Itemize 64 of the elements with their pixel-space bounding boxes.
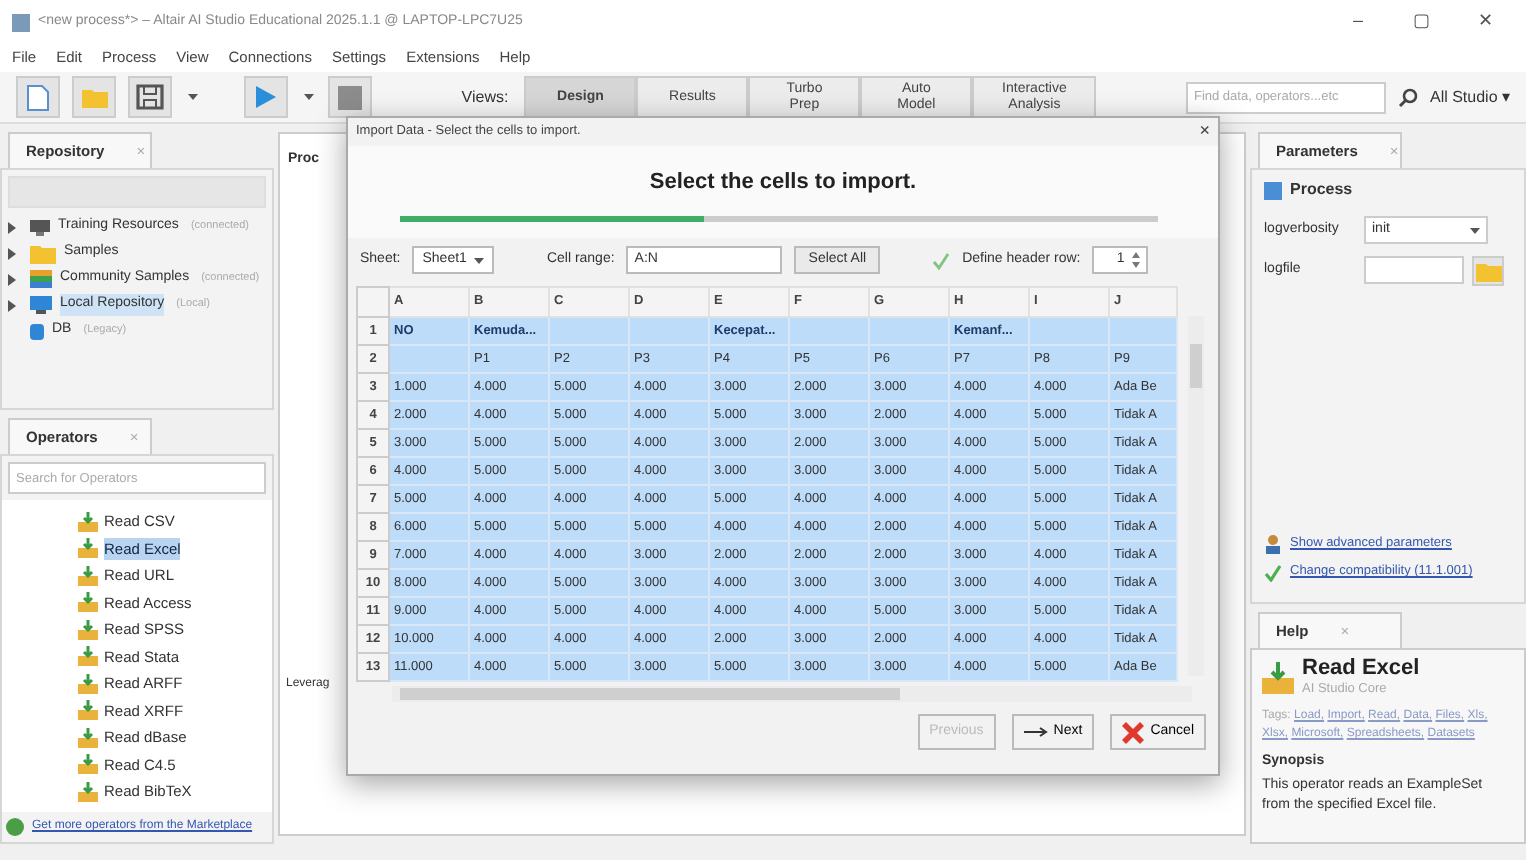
doc-button[interactable]: [16, 76, 60, 118]
dialog-heading: Select the cells to import.: [647, 168, 919, 198]
monitor-icon: [30, 296, 52, 314]
help-title: Read Excel: [1302, 658, 1420, 680]
save-icon: [136, 84, 164, 110]
spinner-arrows-icon: [1132, 252, 1141, 268]
read-icon: [78, 673, 98, 694]
cancel-icon: [1122, 721, 1145, 743]
operator-name: Process: [1290, 178, 1353, 202]
read-icon: [78, 727, 98, 748]
read-icon: [78, 592, 98, 613]
table-cell: [389, 345, 469, 373]
views-label: Views:: [461, 85, 509, 109]
table-cell: [629, 317, 709, 345]
table-cell: [789, 317, 869, 345]
stop-icon: [338, 85, 362, 109]
file-field[interactable]: [1364, 256, 1464, 284]
search-icon[interactable]: [1397, 87, 1418, 107]
folder-icon: [30, 242, 56, 264]
read-icon: [78, 700, 98, 721]
scope-dropdown[interactable]: All Studio ▾: [1429, 85, 1511, 109]
caret-icon: [303, 94, 313, 100]
read-icon: [78, 646, 98, 667]
database-icon: [30, 321, 44, 341]
check-icon: [1264, 563, 1282, 582]
expand-icon[interactable]: [8, 221, 16, 233]
table-cell: [869, 317, 949, 345]
read-icon: [78, 538, 98, 559]
read-icon: [78, 511, 98, 532]
read-icon: [78, 619, 98, 640]
checkbox[interactable]: [932, 251, 951, 269]
scrollbar[interactable]: [392, 686, 1192, 702]
person-icon: [1264, 534, 1282, 555]
stack-icon: [30, 270, 52, 288]
expand-icon[interactable]: [8, 299, 16, 311]
close-button[interactable]: ✕: [1458, 8, 1514, 36]
play-button[interactable]: [244, 76, 288, 118]
close-button[interactable]: ×: [1199, 118, 1210, 146]
globe-icon: [6, 818, 24, 836]
read-icon: [1262, 662, 1294, 695]
app-icon: [12, 13, 30, 31]
play-icon: [254, 84, 278, 110]
minimize-button[interactable]: –: [1330, 8, 1386, 36]
caret-icon: [1470, 227, 1480, 233]
read-icon: [78, 781, 98, 802]
table-cell: [1029, 317, 1109, 345]
folder-icon: [1475, 259, 1501, 281]
expand-icon[interactable]: [8, 247, 16, 259]
caret-icon: [187, 94, 197, 100]
folder-icon: [81, 86, 107, 108]
monitor-icon: [30, 219, 50, 235]
stop-button[interactable]: [328, 76, 372, 118]
read-icon: [78, 754, 98, 775]
read-icon: [78, 565, 98, 586]
process-icon: [1264, 181, 1282, 199]
maximize-button[interactable]: ▢: [1394, 8, 1450, 36]
new-document-icon: [26, 83, 50, 111]
expand-icon[interactable]: [8, 273, 16, 285]
save-button[interactable]: [128, 76, 172, 118]
table-cell: [1109, 317, 1177, 345]
scrollbar[interactable]: [1188, 316, 1204, 676]
table-cell: [549, 317, 629, 345]
right-arrow-icon: [1023, 726, 1048, 738]
caret-icon: [474, 257, 485, 263]
